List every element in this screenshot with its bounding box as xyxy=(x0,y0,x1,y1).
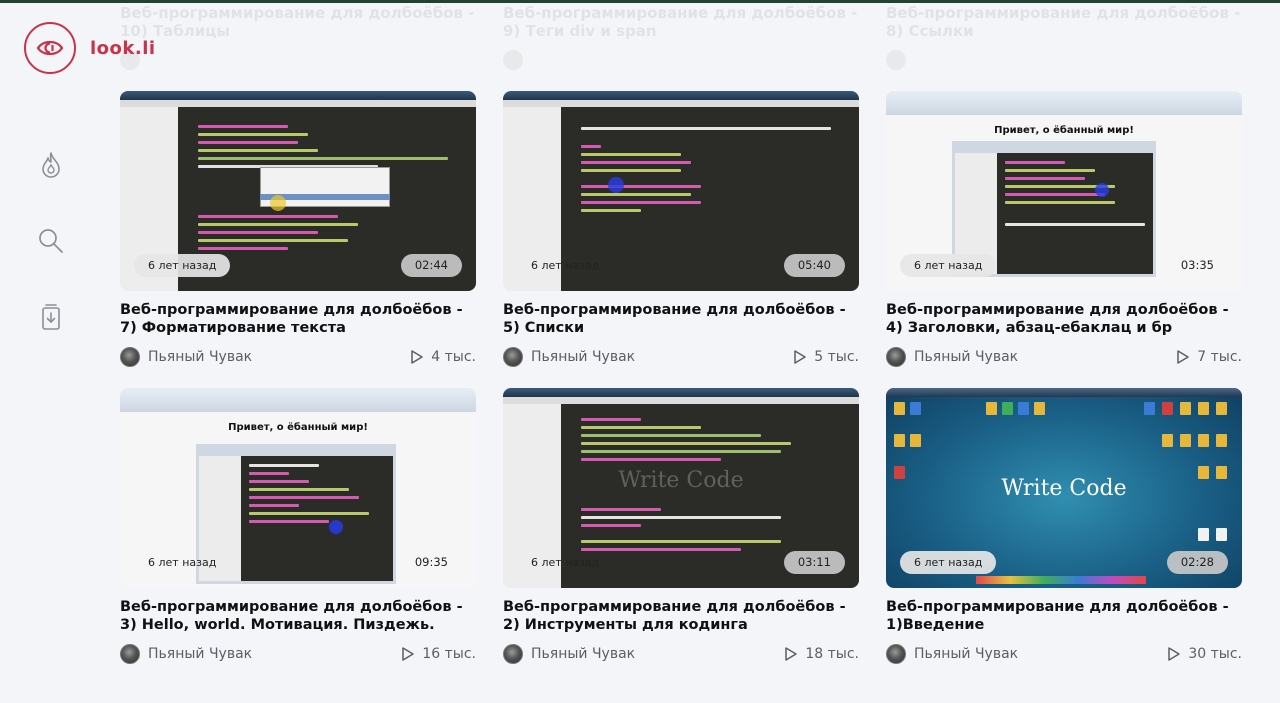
play-icon xyxy=(1177,350,1190,364)
eye-logo-icon xyxy=(24,22,76,74)
view-count: 7 тыс. xyxy=(1176,349,1242,365)
view-count-text: 16 тыс. xyxy=(422,646,476,662)
top-accent-line xyxy=(0,0,1280,3)
published-age-badge: 6 лет назад xyxy=(134,254,231,277)
faded-card: Веб-программирование для долбоёбов - 9) … xyxy=(503,4,859,70)
view-count: 30 тыс. xyxy=(1167,646,1242,662)
previous-row-faded: Веб-программирование для долбоёбов - 10)… xyxy=(120,0,1243,72)
avatar xyxy=(503,347,523,367)
video-title[interactable]: Веб-программирование для долбоёбов - 2) … xyxy=(503,598,859,634)
avatar xyxy=(120,347,140,367)
duration-badge: 03:35 xyxy=(1180,258,1214,272)
published-age-badge: 6 лет назад xyxy=(531,259,600,272)
faded-card: Веб-программирование для долбоёбов - 10)… xyxy=(120,4,476,70)
video-thumbnail[interactable]: Write Code 6 лет назад 03:11 xyxy=(503,388,859,588)
play-icon xyxy=(1168,647,1181,661)
avatar xyxy=(120,644,140,664)
logo-text: look.li xyxy=(90,37,156,59)
published-age-badge: 6 лет назад xyxy=(900,551,997,574)
duration-badge: 02:28 xyxy=(1166,551,1228,574)
faded-card: Веб-программирование для долбоёбов - 8) … xyxy=(886,4,1242,70)
video-card[interactable]: Write Code 6 лет назад 02:28 Веб-програм… xyxy=(886,388,1242,664)
channel-name: Пьяный Чувак xyxy=(531,349,636,365)
view-count-text: 5 тыс. xyxy=(814,349,859,365)
view-count-text: 4 тыс. xyxy=(431,349,476,365)
avatar xyxy=(886,347,906,367)
video-title[interactable]: Веб-программирование для долбоёбов - 1)В… xyxy=(886,598,1242,634)
thumbnail-heading: Привет, о ёбанный мир! xyxy=(228,422,368,433)
nav-downloads[interactable] xyxy=(36,302,66,332)
duration-badge: 05:40 xyxy=(783,254,845,277)
avatar xyxy=(503,50,523,70)
channel-name: Пьяный Чувак xyxy=(531,646,636,662)
video-title[interactable]: Веб-программирование для долбоёбов - 4) … xyxy=(886,301,1242,337)
channel-name: Пьяный Чувак xyxy=(148,349,253,365)
channel-link[interactable]: Пьяный Чувак xyxy=(503,644,635,664)
video-card[interactable]: 6 лет назад 02:44 Веб-программирование д… xyxy=(120,91,476,367)
video-card[interactable]: 6 лет назад 05:40 Веб-программирование д… xyxy=(503,91,859,367)
play-icon xyxy=(411,350,424,364)
video-thumbnail[interactable]: Write Code 6 лет назад 02:28 xyxy=(886,388,1242,588)
duration-badge: 02:44 xyxy=(400,254,462,277)
channel-link[interactable]: Пьяный Чувак xyxy=(886,644,1018,664)
video-title[interactable]: Веб-программирование для долбоёбов - 5) … xyxy=(503,301,859,337)
duration-badge: 09:35 xyxy=(414,555,448,569)
view-count: 4 тыс. xyxy=(410,349,476,365)
view-count: 16 тыс. xyxy=(401,646,476,662)
faded-card-title: Веб-программирование для долбоёбов - 8) … xyxy=(886,4,1241,40)
channel-name: Пьяный Чувак xyxy=(914,349,1019,365)
channel-name: Пьяный Чувак xyxy=(148,646,253,662)
faded-card-title: Веб-программирование для долбоёбов - 9) … xyxy=(503,4,858,40)
faded-card-title: Веб-программирование для долбоёбов - 10)… xyxy=(120,4,475,40)
channel-link[interactable]: Пьяный Чувак xyxy=(503,347,635,367)
duration-badge: 03:11 xyxy=(783,551,845,574)
video-card[interactable]: Привет, о ёбанный мир! 6 лет назад 09:35… xyxy=(120,388,476,664)
thumbnail-heading: Привет, о ёбанный мир! xyxy=(994,125,1134,136)
video-thumbnail[interactable]: 6 лет назад 05:40 xyxy=(503,91,859,291)
nav-search[interactable] xyxy=(36,226,66,256)
video-title[interactable]: Веб-программирование для долбоёбов - 7) … xyxy=(120,301,476,337)
avatar xyxy=(886,50,906,70)
video-thumbnail[interactable]: 6 лет назад 02:44 xyxy=(120,91,476,291)
channel-link[interactable]: Пьяный Чувак xyxy=(120,347,252,367)
published-age-badge: 6 лет назад xyxy=(531,556,600,569)
play-icon xyxy=(402,647,415,661)
channel-name: Пьяный Чувак xyxy=(914,646,1019,662)
play-icon xyxy=(794,350,807,364)
search-icon xyxy=(39,229,63,253)
view-count-text: 18 тыс. xyxy=(805,646,859,662)
view-count: 18 тыс. xyxy=(784,646,859,662)
video-card[interactable]: Привет, о ёбанный мир! 6 лет назад 03:35… xyxy=(886,91,1242,367)
view-count-text: 30 тыс. xyxy=(1188,646,1242,662)
avatar xyxy=(886,644,906,664)
video-title[interactable]: Веб-программирование для долбоёбов - 3) … xyxy=(120,598,476,634)
video-card[interactable]: Write Code 6 лет назад 03:11 Веб-програм… xyxy=(503,388,859,664)
thumbnail-heading: Write Code xyxy=(1001,476,1127,501)
avatar xyxy=(503,644,523,664)
video-thumbnail[interactable]: Привет, о ёбанный мир! 6 лет назад 09:35 xyxy=(120,388,476,588)
view-count-text: 7 тыс. xyxy=(1197,349,1242,365)
logo[interactable]: look.li xyxy=(24,22,156,74)
published-age-badge: 6 лет назад xyxy=(900,254,997,277)
flame-icon xyxy=(42,152,60,178)
channel-link[interactable]: Пьяный Чувак xyxy=(886,347,1018,367)
download-icon xyxy=(42,304,60,330)
video-thumbnail[interactable]: Привет, о ёбанный мир! 6 лет назад 03:35 xyxy=(886,91,1242,291)
play-icon xyxy=(785,647,798,661)
nav-trending[interactable] xyxy=(36,150,66,180)
published-age-badge: 6 лет назад xyxy=(148,556,217,569)
channel-link[interactable]: Пьяный Чувак xyxy=(120,644,252,664)
view-count: 5 тыс. xyxy=(793,349,859,365)
